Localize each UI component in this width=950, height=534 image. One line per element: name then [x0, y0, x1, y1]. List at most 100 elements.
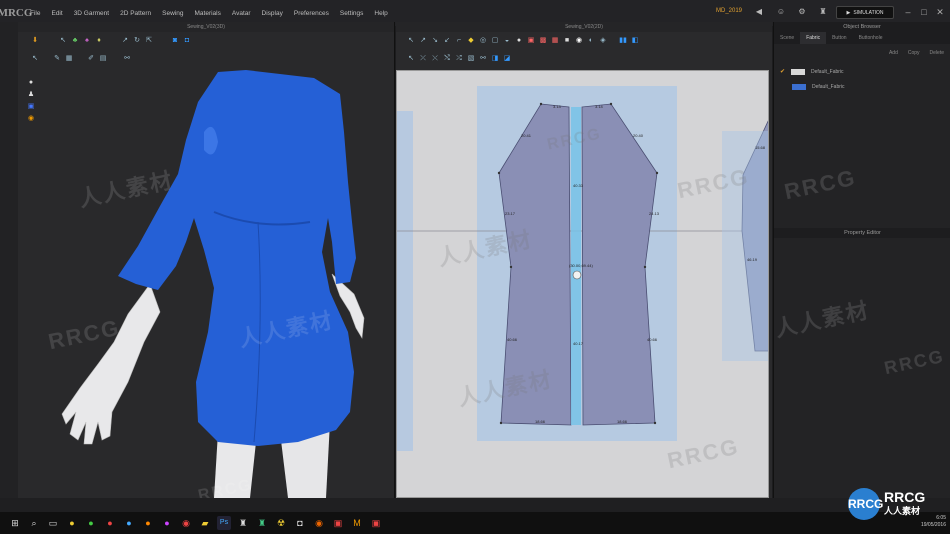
menu-materials[interactable]: Materials: [195, 10, 221, 17]
fabric-name: Default_Fabric: [812, 84, 845, 90]
sewing-tool-icon[interactable]: ▮▮: [618, 36, 628, 46]
measure-right-piece-side: 46.19: [747, 257, 758, 262]
menu-sewing[interactable]: Sewing: [162, 10, 183, 17]
menu-avatar[interactable]: Avatar: [232, 10, 251, 17]
tab-button[interactable]: Button: [826, 32, 852, 44]
app-icon-green[interactable]: ●: [84, 516, 98, 530]
watermark-logo-brand: RRCG: [884, 489, 926, 505]
notch-icon[interactable]: ▩: [538, 36, 548, 46]
internal-line-icon[interactable]: ▢: [490, 36, 500, 46]
fold-arrange-icon[interactable]: ◈: [598, 36, 608, 46]
polygon-icon[interactable]: ⌐: [454, 36, 464, 46]
annotation-icon[interactable]: ◨: [490, 54, 500, 64]
segment-sewing-icon[interactable]: ◧: [630, 36, 640, 46]
pattern-sew-icon[interactable]: ⤮: [454, 54, 464, 64]
delete-fabric-button[interactable]: Delete: [930, 50, 944, 56]
hanger-icon[interactable]: ♜: [818, 7, 828, 17]
measure-lower-left: 40.66: [507, 337, 518, 342]
add-fabric-button[interactable]: Add: [889, 50, 898, 56]
simulation-label: SIMULATION: [853, 9, 884, 16]
pattern-canvas[interactable]: 3.13 3.14 20.41 20.40 23.17 24.13 40.33 …: [396, 70, 769, 498]
dart-icon[interactable]: ◒: [502, 36, 512, 46]
check-length-icon[interactable]: ⤭: [442, 54, 452, 64]
close-icon[interactable]: ✕: [934, 6, 946, 18]
measure-center-upper: 40.33: [573, 183, 584, 188]
play-icon: ▶: [846, 9, 851, 16]
app-icon-orange[interactable]: ●: [141, 516, 155, 530]
tab-fabric[interactable]: Fabric: [800, 32, 827, 44]
left-strip: [0, 22, 18, 498]
mode-label: MD_2019: [716, 8, 743, 14]
app-icon-yellow[interactable]: ☢: [274, 516, 288, 530]
blender-icon[interactable]: ◉: [312, 516, 326, 530]
measure-waist-point: (30.00,69.44): [569, 263, 593, 268]
fabric-actions: Add Copy Delete: [889, 50, 944, 56]
copy-fabric-button[interactable]: Copy: [908, 50, 920, 56]
app-icon-m[interactable]: M: [350, 516, 364, 530]
folder-icon[interactable]: ▰: [198, 516, 212, 530]
app-icon-red[interactable]: ●: [103, 516, 117, 530]
graphic-icon[interactable]: ⚯: [478, 54, 488, 64]
app-icon-red-3[interactable]: ▣: [369, 516, 383, 530]
pattern-select-icon[interactable]: ↖: [406, 36, 416, 46]
measure-hem-right: 18.66: [617, 419, 628, 424]
object-browser-panel: Object Browser Scene Fabric Button Butto…: [773, 22, 950, 498]
gear-icon[interactable]: ⚙: [797, 7, 807, 17]
maximize-icon[interactable]: □: [918, 6, 930, 18]
edit-curve-icon[interactable]: ↘: [430, 36, 440, 46]
camera-icon[interactable]: ◘: [293, 516, 307, 530]
windows-start-icon[interactable]: ⊞: [8, 516, 22, 530]
multi-sew-icon[interactable]: ⤫: [418, 54, 428, 64]
far-right-selection-box: [722, 131, 768, 361]
sphere-icon[interactable]: ●: [514, 36, 524, 46]
watermark-brand: RRCG: [882, 345, 947, 379]
buttonhole-icon[interactable]: ◉: [574, 36, 584, 46]
zoom-icon[interactable]: ◪: [502, 54, 512, 64]
search-icon[interactable]: ⌕: [27, 516, 41, 530]
simulation-button[interactable]: ▶ SIMULATION: [836, 6, 894, 19]
app-icon-purple[interactable]: ●: [160, 516, 174, 530]
rectangle-icon[interactable]: ◆: [466, 36, 476, 46]
lock-icon[interactable]: ●: [65, 516, 79, 530]
tab-buttonhole[interactable]: Buttonhole: [853, 32, 889, 44]
pattern-drawing: 3.13 3.14 20.41 20.40 23.17 24.13 40.33 …: [397, 86, 768, 451]
object-browser-tabs: Scene Fabric Button Buttonhole: [774, 32, 950, 44]
marvelous-icon[interactable]: ♜: [236, 516, 250, 530]
menu-2d-pattern[interactable]: 2D Pattern: [120, 10, 151, 17]
fabric-item[interactable]: ✔ Default_Fabric: [780, 68, 844, 75]
tape-icon[interactable]: ◐: [586, 36, 596, 46]
tab-scene[interactable]: Scene: [774, 32, 800, 44]
fabric-name: Default_Fabric: [811, 68, 844, 75]
measure-hem-left: 18.66: [535, 419, 546, 424]
measure-shoulder-left: 20.41: [521, 133, 532, 138]
3d-viewport[interactable]: Sewing_V02(3D) ⬇ ↖ ♣ ♠ ♦ ↗ ↻ ⇱ ◙ ◘ ↖ ✎ ▦…: [18, 22, 395, 498]
2d-pattern-window[interactable]: Sewing_V02(2D) ↖ ↗ ↘ ↙ ⌐ ◆ ◎ ▢ ◒ ● ▣ ▩ ▦…: [396, 22, 772, 498]
menu-edit[interactable]: Edit: [51, 10, 62, 17]
button-tool-icon[interactable]: ■: [562, 36, 572, 46]
app-icon-blue[interactable]: ●: [122, 516, 136, 530]
menu-settings[interactable]: Settings: [340, 10, 364, 17]
circle-tool-icon[interactable]: ◎: [478, 36, 488, 46]
app-icon-red-2[interactable]: ▣: [331, 516, 345, 530]
edit-sewing-icon[interactable]: ↖: [406, 54, 416, 64]
trace-icon[interactable]: ▦: [550, 36, 560, 46]
minimize-icon[interactable]: –: [902, 6, 914, 18]
property-editor-title: Property Editor: [774, 228, 950, 238]
menu-3d-garment[interactable]: 3D Garment: [74, 10, 109, 17]
photoshop-icon[interactable]: Ps: [217, 516, 231, 530]
menu-help[interactable]: Help: [374, 10, 387, 17]
seam-allowance-icon[interactable]: ▣: [526, 36, 536, 46]
menu-display[interactable]: Display: [262, 10, 283, 17]
edit-pattern-icon[interactable]: ↗: [418, 36, 428, 46]
texture-edit-icon[interactable]: ▧: [466, 54, 476, 64]
task-view-icon[interactable]: ▭: [46, 516, 60, 530]
free-sew-icon[interactable]: ⤬: [430, 54, 440, 64]
sound-icon[interactable]: ◀: [754, 7, 764, 17]
user-icon[interactable]: ☺: [776, 7, 786, 17]
add-point-icon[interactable]: ↙: [442, 36, 452, 46]
menu-preferences[interactable]: Preferences: [294, 10, 329, 17]
fabric-item[interactable]: Default_Fabric: [780, 84, 845, 90]
marvelous-alt-icon[interactable]: ♜: [255, 516, 269, 530]
chrome-icon[interactable]: ◉: [179, 516, 193, 530]
menu-file[interactable]: File: [30, 10, 40, 17]
